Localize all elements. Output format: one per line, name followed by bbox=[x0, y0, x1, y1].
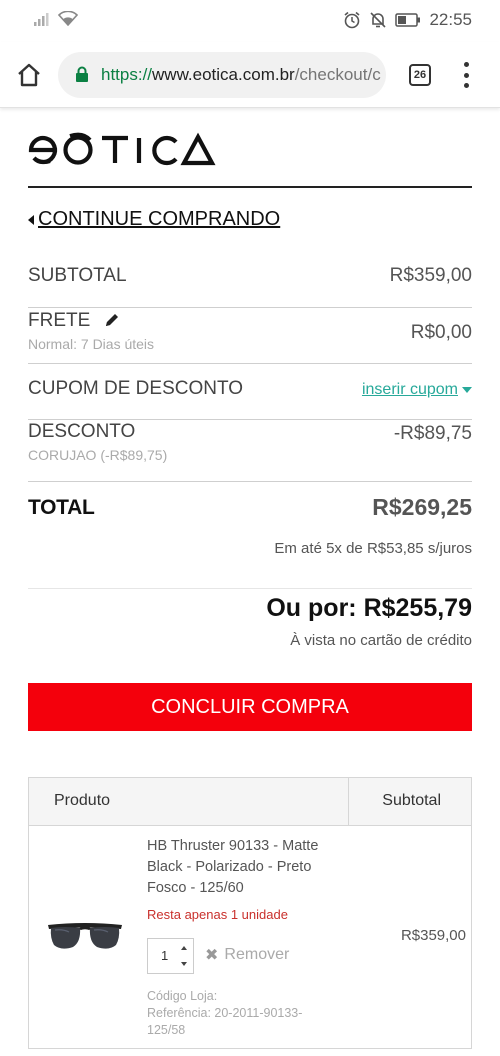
divider bbox=[28, 588, 472, 589]
close-icon: ✖ bbox=[205, 947, 219, 964]
divider bbox=[28, 419, 472, 420]
decrement-arrow-icon[interactable] bbox=[181, 962, 187, 966]
system-icons: 22:55 bbox=[343, 10, 472, 30]
header-divider-vertical bbox=[348, 778, 349, 826]
wifi-icon bbox=[58, 11, 78, 26]
signal-icon bbox=[34, 13, 49, 26]
caret-left-icon bbox=[28, 214, 34, 225]
product-codes: Código Loja: Referência: 20-2011-90133-1… bbox=[147, 988, 327, 1039]
cash-price-note: À vista no cartão de crédito bbox=[290, 632, 472, 649]
quantity-value: 1 bbox=[161, 948, 169, 963]
pencil-icon[interactable] bbox=[104, 312, 120, 328]
desconto-row: DESCONTO CORUJAO (-R$89,75) -R$89,75 bbox=[28, 421, 472, 463]
header-produto: Produto bbox=[54, 792, 111, 809]
cart-table: Produto Subtotal HB Thruster 90133 - Mat… bbox=[28, 777, 472, 1049]
cupom-row: CUPOM DE DESCONTO inserir cupom bbox=[28, 378, 472, 400]
frete-label: FRETE bbox=[28, 310, 91, 331]
store-code-label: Código Loja: bbox=[147, 989, 218, 1003]
notifications-off-icon bbox=[370, 12, 387, 28]
alarm-icon bbox=[344, 11, 360, 29]
clock-time: 22:55 bbox=[429, 10, 472, 29]
continue-label: CONTINUE COMPRANDO bbox=[38, 208, 281, 230]
frete-row: FRETE Normal: 7 Dias úteis R$0,00 bbox=[28, 310, 472, 352]
stock-warning: Resta apenas 1 unidade bbox=[147, 907, 288, 922]
connectivity-icons bbox=[34, 11, 78, 26]
insert-coupon-label: inserir cupom bbox=[361, 381, 458, 398]
url-bar[interactable]: https://www.eotica.com.br/checkout/c bbox=[58, 52, 386, 98]
continue-shopping-link[interactable]: CONTINUE COMPRANDO bbox=[28, 208, 280, 231]
frete-value: R$0,00 bbox=[410, 322, 472, 343]
frete-label-wrap: FRETE bbox=[28, 310, 472, 332]
tab-switcher-button[interactable]: 26 bbox=[409, 64, 431, 86]
status-bar: 22:55 bbox=[0, 0, 500, 42]
overflow-menu-icon[interactable] bbox=[462, 62, 470, 88]
insert-coupon-link[interactable]: inserir cupom bbox=[362, 381, 472, 399]
remove-label: Remover bbox=[224, 946, 290, 963]
battery-icon bbox=[395, 13, 421, 27]
header-divider bbox=[28, 186, 472, 188]
url-host: www.eotica.com.br bbox=[152, 65, 295, 84]
frete-method: Normal: 7 Dias úteis bbox=[28, 336, 155, 352]
product-image-sunglasses[interactable] bbox=[47, 920, 123, 954]
divider bbox=[28, 363, 472, 364]
url-path: /checkout/c bbox=[294, 65, 381, 84]
subtotal-row: SUBTOTAL R$359,00 bbox=[28, 265, 472, 287]
desconto-value: -R$89,75 bbox=[393, 423, 472, 444]
eotica-logo[interactable] bbox=[28, 128, 218, 168]
product-name-link[interactable]: HB Thruster 90133 - Matte Black - Polari… bbox=[147, 836, 337, 899]
url-text: https://www.eotica.com.br/checkout/c bbox=[101, 65, 381, 85]
subtotal-value: R$359,00 bbox=[389, 265, 472, 286]
quantity-stepper[interactable]: 1 bbox=[147, 938, 194, 974]
url-protocol: https:// bbox=[101, 65, 153, 84]
total-label: TOTAL bbox=[28, 496, 95, 519]
checkout-button[interactable]: CONCLUIR COMPRA bbox=[28, 683, 472, 731]
divider bbox=[28, 307, 472, 308]
desconto-coupon: CORUJAO (-R$89,75) bbox=[28, 447, 168, 463]
divider bbox=[28, 481, 472, 482]
reference-code: Referência: 20-2011-90133-125/58 bbox=[147, 1006, 303, 1037]
caret-down-icon bbox=[462, 387, 472, 393]
total-value: R$269,25 bbox=[372, 494, 472, 520]
header-subtotal: Subtotal bbox=[382, 792, 441, 809]
browser-toolbar: https://www.eotica.com.br/checkout/c 26 bbox=[0, 42, 500, 108]
home-icon[interactable] bbox=[16, 62, 42, 88]
cash-price: Ou por: R$255,79 bbox=[266, 594, 472, 622]
installments-text: Em até 5x de R$53,85 s/juros bbox=[274, 540, 472, 557]
remove-item-button[interactable]: ✖ Remover bbox=[205, 945, 289, 965]
lock-icon bbox=[76, 66, 88, 82]
cart-table-header: Produto Subtotal bbox=[29, 778, 471, 826]
item-subtotal: R$359,00 bbox=[400, 927, 466, 944]
increment-arrow-icon[interactable] bbox=[181, 946, 187, 950]
